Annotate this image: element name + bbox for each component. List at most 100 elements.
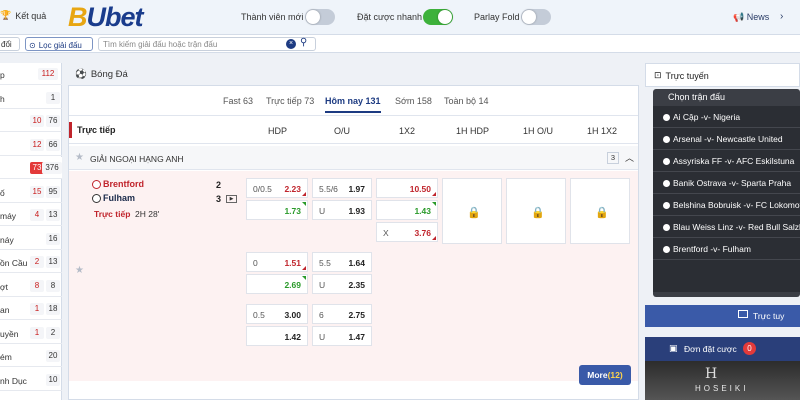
live-match-item[interactable]: Assyriska FF -v- AFC Eskilstuna: [653, 150, 800, 172]
search-icon[interactable]: ⚲: [300, 37, 307, 48]
live-match-item[interactable]: Brentford -v- Fulham: [653, 238, 800, 260]
parlay-fold-toggle[interactable]: [521, 9, 551, 25]
sidebar-sport-item[interactable]: 12 66: [0, 134, 62, 156]
live-match-item[interactable]: Belshina Bobruisk -v- FC Lokomotiv: [653, 194, 800, 216]
chevron-up-icon[interactable]: ︿: [625, 151, 634, 164]
odds-ou-under[interactable]: U 2.35: [312, 274, 372, 294]
live-tv-button[interactable]: Trực tuy: [645, 305, 800, 327]
sidebar-sport-item[interactable]: 73 376: [0, 157, 62, 179]
locked-1h-hdp: 🔒: [442, 178, 502, 244]
sidebar-sport-item[interactable]: ồn Cầu 2 13: [0, 251, 62, 273]
league-filter-button[interactable]: ⊙ Lọc giải đấu: [25, 37, 93, 51]
live-stream-header: ⊡ Trực tuyến: [645, 63, 800, 87]
total-count-badge: 18: [46, 303, 60, 315]
odds-ou-over[interactable]: 5.5 1.64: [312, 252, 372, 272]
live-match-item[interactable]: Ai Cập -v- Nigeria: [653, 106, 800, 128]
odds-ou-over[interactable]: 6 2.75: [312, 304, 372, 324]
more-markets-button[interactable]: More(12): [579, 365, 631, 385]
odds-hdp-home[interactable]: 0 1.51: [246, 252, 308, 272]
live-count-badge: 2: [30, 256, 44, 268]
tab-live[interactable]: Trực tiếp 73: [266, 96, 314, 106]
tab-all[interactable]: Toàn bộ 14: [444, 96, 489, 106]
soccer-ball-icon: [663, 114, 670, 121]
select-match-caption: Chọn trận đấu: [668, 92, 726, 102]
market-tabs: Fast 63 Trực tiếp 73 Hôm nay 131 Sớm 158…: [69, 86, 638, 116]
star-icon[interactable]: ★: [75, 265, 84, 276]
odds-hdp-home[interactable]: 0/0.5 2.23: [246, 178, 308, 198]
odds-1x2-home[interactable]: 10.50: [376, 178, 438, 198]
new-member-toggle[interactable]: [305, 9, 335, 25]
match-status: Trực tiếp: [94, 209, 131, 219]
match-selector: Chọn trận đấu Ai Cập -v- Nigeria Arsenal …: [653, 89, 800, 297]
column-header: Trực tiếp HDP O/U 1X2 1H HDP 1H O/U 1H 1…: [69, 116, 638, 144]
soccer-ball-icon: [663, 246, 670, 253]
sidebar-sport-item[interactable]: máy 4 13: [0, 204, 62, 226]
odds-hdp-away[interactable]: 1.42: [246, 326, 308, 346]
odds-ou-under[interactable]: U 1.47: [312, 326, 372, 346]
sidebar-sport-item[interactable]: náy 16: [0, 228, 62, 250]
live-count-badge: 10: [30, 115, 44, 127]
bet-slip-button[interactable]: ▣ Đơn đặt cược 0: [645, 337, 800, 361]
odds-1x2-away[interactable]: 1.43: [376, 200, 438, 220]
odds-ou-over[interactable]: 5.5/6 1.97: [312, 178, 372, 198]
chevron-right-icon[interactable]: ›: [780, 11, 783, 22]
tv-icon[interactable]: ▶: [226, 195, 237, 203]
sidebar-sport-item[interactable]: nh Dục 10: [0, 369, 62, 391]
tab-fast[interactable]: Fast 63: [223, 96, 253, 106]
odds-hdp-away[interactable]: 2.69: [246, 274, 308, 294]
lock-icon: 🔒: [531, 207, 545, 219]
results-link[interactable]: 🏆 Kết quả: [0, 10, 46, 21]
odds-ou-under[interactable]: U 1.93: [312, 200, 372, 220]
quick-bet-toggle[interactable]: [423, 9, 453, 25]
odds-switch-button[interactable]: đổi: [0, 37, 20, 51]
odds-1x2-draw[interactable]: X 3.76: [376, 222, 438, 242]
sidebar-sport-item[interactable]: ém 20: [0, 345, 62, 367]
odds-panel: Fast 63 Trực tiếp 73 Hôm nay 131 Sớm 158…: [68, 85, 639, 400]
brand-mark-icon: H: [705, 366, 718, 382]
match-row: ★ Brentford Fulham 2 3 ▶ Trực tiếp 2H 28…: [69, 171, 638, 381]
col-1x2: 1X2: [399, 126, 416, 136]
site-logo[interactable]: BUbet: [68, 2, 143, 33]
live-match-item[interactable]: Banik Ostrava -v- Sparta Praha: [653, 172, 800, 194]
search-input[interactable]: Tìm kiếm giải đấu hoặc trận đấu: [98, 37, 316, 51]
sidebar-sport-item[interactable]: p 112: [0, 63, 62, 85]
home-team: Brentford: [92, 179, 144, 189]
live-count-badge: 8: [30, 279, 44, 292]
right-panel: ⊡ Trực tuyến Chọn trận đấu Ai Cập -v- Nig…: [645, 63, 800, 400]
ad-banner[interactable]: H HOSEIKI: [645, 361, 800, 400]
league-name: GIẢI NGOẠI HẠNG ANH: [90, 154, 184, 164]
live-match-item[interactable]: Blau Weiss Linz -v- Red Bull Salzburg: [653, 216, 800, 238]
live-count-badge: 112: [38, 68, 58, 80]
soccer-ball-icon: [663, 158, 670, 165]
sidebar-item-label: p: [0, 70, 5, 80]
soccer-ball-icon: [663, 202, 670, 209]
sidebar-sport-item[interactable]: uyền 1 2: [0, 322, 62, 344]
filter-icon: ⊙: [29, 40, 36, 50]
live-icon: ⊡: [654, 70, 662, 80]
sidebar-sport-item[interactable]: h1: [0, 87, 62, 109]
sidebar-sport-item[interactable]: ợt 8 8: [0, 275, 62, 297]
live-count-badge: 1: [30, 303, 44, 315]
live-match-item[interactable]: Arsenal -v- Newcastle United: [653, 128, 800, 150]
news-link[interactable]: 📢 News: [733, 12, 769, 23]
live-count-badge: 12: [30, 138, 44, 151]
league-header[interactable]: ★ GIẢI NGOẠI HẠNG ANH 3 ︿: [69, 146, 638, 170]
sidebar-item-label: ợt: [0, 281, 8, 292]
star-icon[interactable]: ★: [75, 152, 84, 163]
sidebar-sport-item[interactable]: an 1 18: [0, 298, 62, 320]
sidebar-item-label: h: [0, 93, 5, 104]
sport-title: ⚽ Bóng Đá: [75, 69, 128, 80]
lock-icon: 🔒: [595, 207, 609, 219]
clear-icon[interactable]: ×: [286, 39, 296, 49]
sidebar-item-label: máy: [0, 211, 17, 221]
odds-hdp-away[interactable]: 1.73: [246, 200, 308, 220]
lock-icon: 🔒: [467, 207, 481, 219]
odds-hdp-home[interactable]: 0.5 3.00: [246, 304, 308, 324]
tab-early[interactable]: Sớm 158: [395, 96, 432, 106]
tab-today[interactable]: Hôm nay 131: [325, 96, 381, 113]
sidebar-sport-item[interactable]: ố 15 95: [0, 181, 62, 203]
team-crest-icon: [92, 193, 101, 203]
total-count-badge: 76: [46, 115, 60, 127]
away-team: Fulham: [92, 193, 135, 203]
sidebar-sport-item[interactable]: 10 76: [0, 110, 62, 132]
